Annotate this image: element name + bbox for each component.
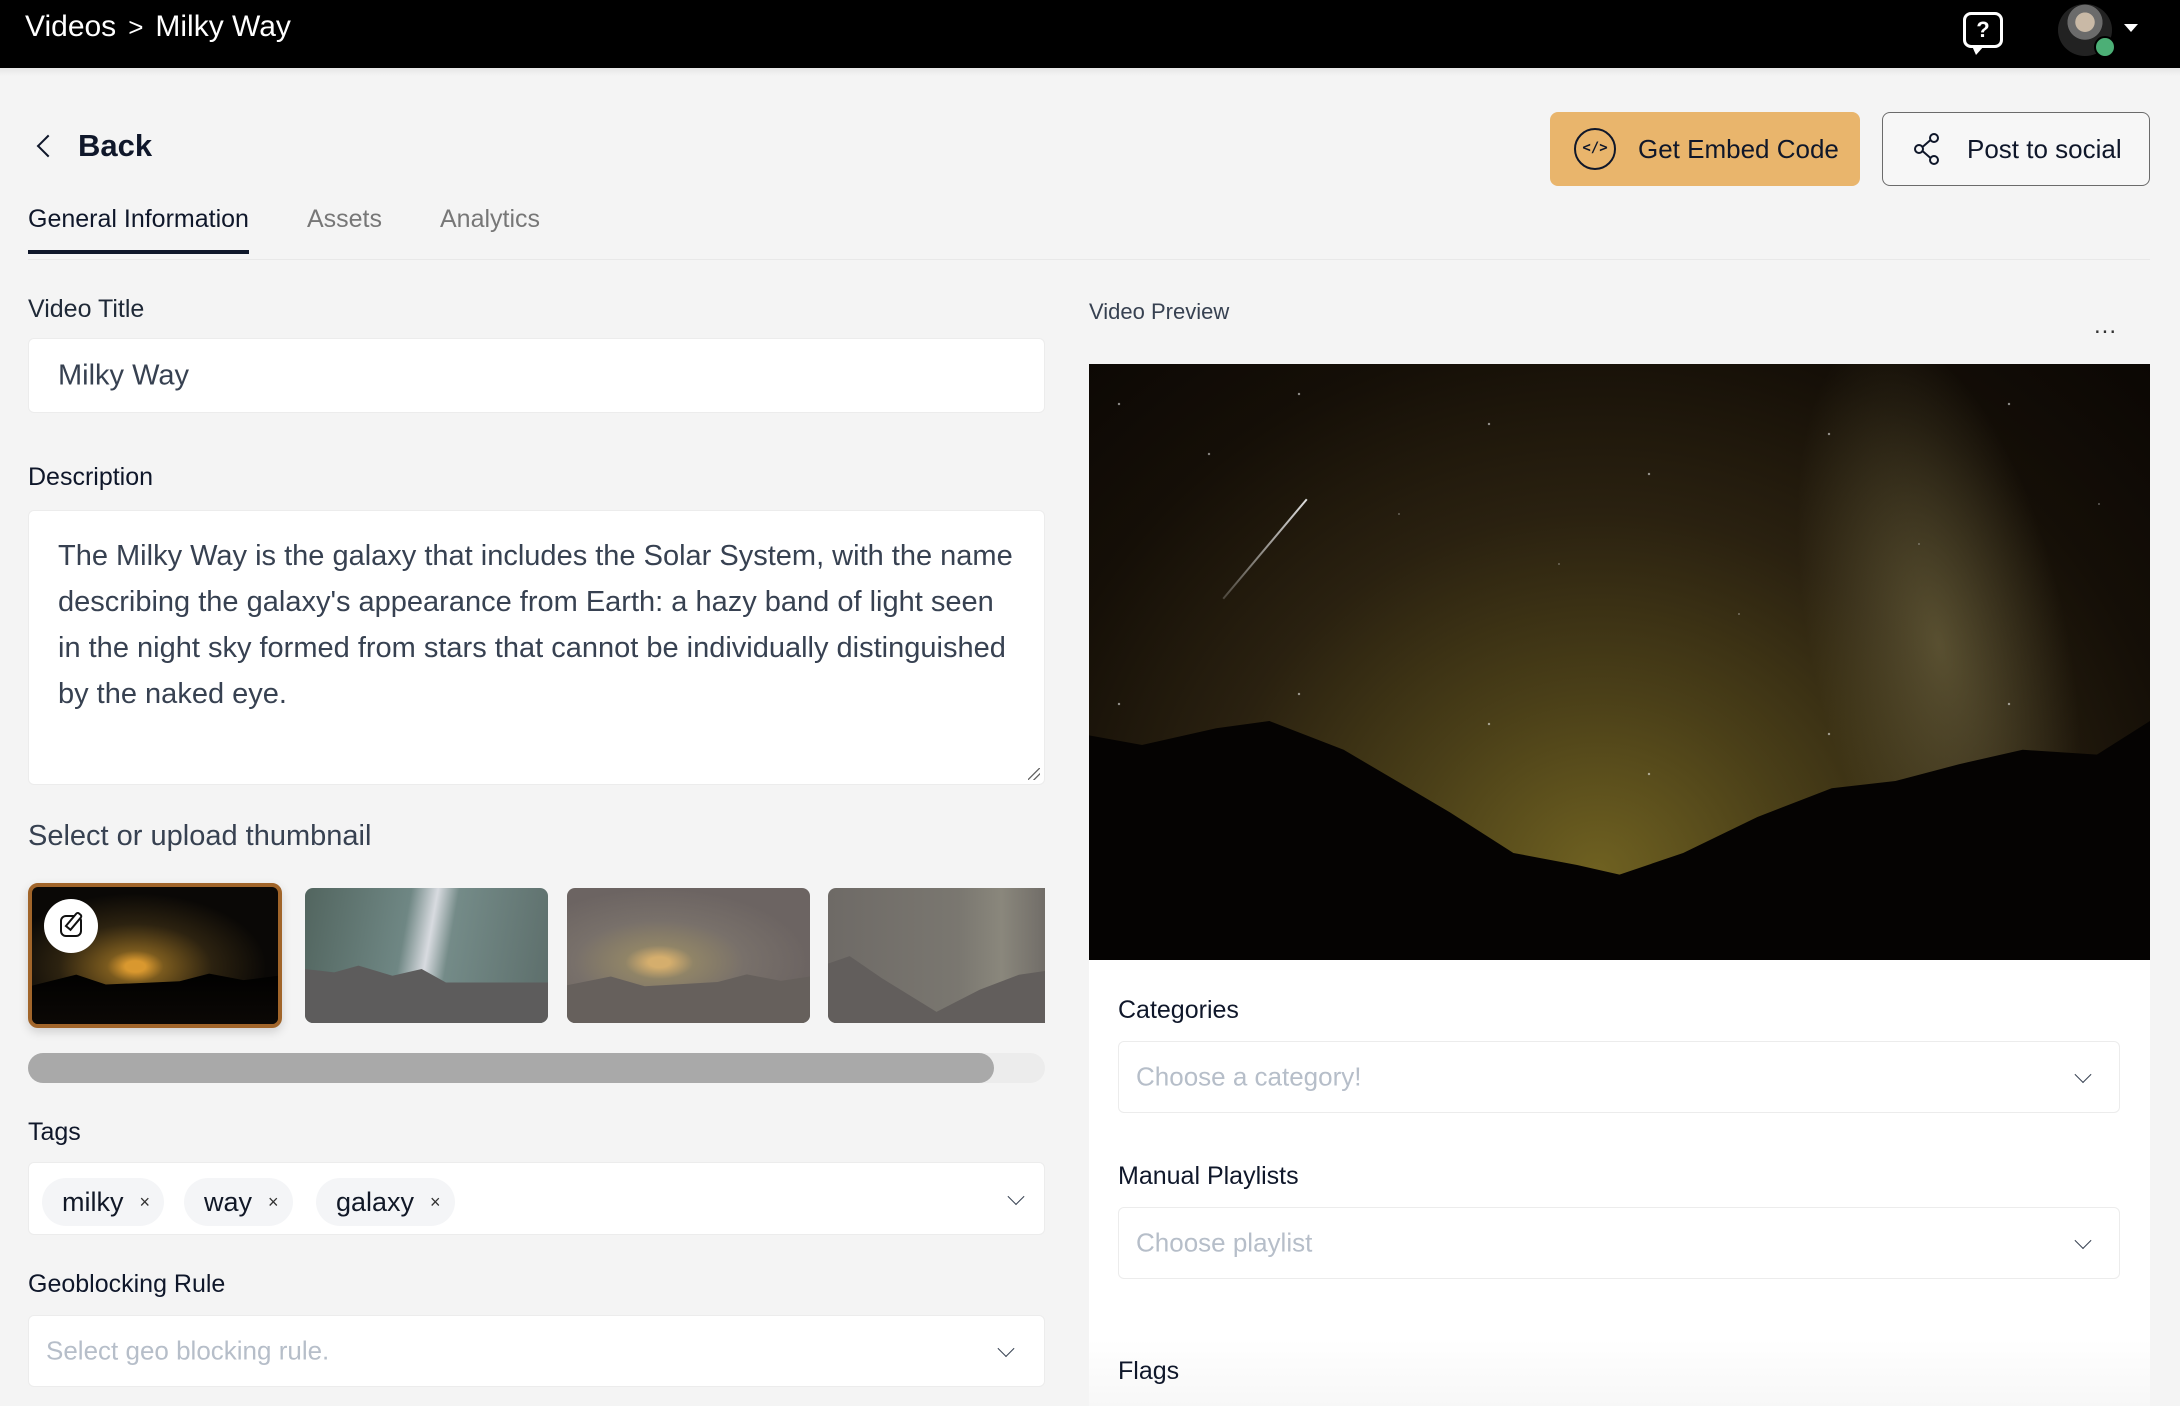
video-preview-label: Video Preview bbox=[1089, 299, 1230, 324]
resize-handle-icon[interactable] bbox=[1028, 768, 1040, 780]
remove-tag-icon[interactable]: × bbox=[140, 1192, 151, 1213]
thumbnail-scrollbar-thumb[interactable] bbox=[28, 1053, 995, 1083]
breadcrumb: Videos > Milky Way bbox=[25, 10, 291, 44]
tabs-divider bbox=[28, 259, 2150, 260]
video-title-input[interactable]: Milky Way bbox=[28, 338, 1045, 413]
post-to-social-label: Post to social bbox=[1967, 133, 2122, 164]
video-preview-player[interactable] bbox=[1089, 364, 2150, 961]
chevron-left-icon bbox=[36, 134, 60, 158]
top-bar: Videos > Milky Way ? bbox=[0, 0, 2180, 68]
online-status-icon bbox=[2094, 36, 2116, 58]
tags-chevron-down-icon[interactable] bbox=[1007, 1187, 1025, 1205]
tab-assets[interactable]: Assets bbox=[307, 205, 382, 254]
chevron-down-icon bbox=[2074, 1232, 2092, 1250]
breadcrumb-videos[interactable]: Videos bbox=[25, 10, 116, 44]
edit-icon bbox=[60, 910, 84, 937]
get-embed-code-button[interactable]: </> Get Embed Code bbox=[1550, 112, 1860, 186]
user-avatar[interactable] bbox=[2058, 4, 2116, 58]
geoblocking-select[interactable]: Select geo blocking rule. bbox=[28, 1315, 1045, 1387]
chevron-down-icon bbox=[997, 1340, 1015, 1358]
remove-tag-icon[interactable]: × bbox=[430, 1192, 441, 1213]
thumbnail-scrollbar[interactable] bbox=[28, 1053, 1045, 1083]
get-embed-code-label: Get Embed Code bbox=[1638, 133, 1839, 164]
thumbnail-option-4[interactable] bbox=[828, 888, 1045, 1023]
flags-label: Flags bbox=[1118, 1357, 1180, 1385]
description-textarea[interactable]: The Milky Way is the galaxy that include… bbox=[28, 510, 1045, 785]
playlists-placeholder: Choose playlist bbox=[1136, 1227, 1313, 1258]
categories-select[interactable]: Choose a category! bbox=[1118, 1041, 2120, 1113]
back-label: Back bbox=[78, 128, 153, 163]
more-options-icon[interactable]: ... bbox=[2094, 312, 2117, 340]
video-title-value: Milky Way bbox=[58, 359, 190, 391]
thumbnail-label: Select or upload thumbnail bbox=[28, 820, 372, 852]
geoblocking-placeholder: Select geo blocking rule. bbox=[46, 1335, 330, 1366]
thumbnail-option-3[interactable] bbox=[567, 888, 810, 1023]
tags-input[interactable] bbox=[28, 1162, 1045, 1235]
tag-label: milky bbox=[62, 1186, 124, 1217]
tag-label: galaxy bbox=[336, 1186, 415, 1217]
edit-thumbnail-button[interactable] bbox=[44, 899, 98, 953]
post-to-social-button[interactable]: Post to social bbox=[1882, 112, 2150, 186]
breadcrumb-separator-icon: > bbox=[128, 11, 144, 42]
code-icon: </> bbox=[1574, 128, 1616, 170]
header-shadow bbox=[0, 68, 2180, 76]
description-value: The Milky Way is the galaxy that include… bbox=[58, 540, 1013, 710]
geoblocking-label: Geoblocking Rule bbox=[28, 1270, 226, 1298]
tab-bar: General Information Assets Analytics bbox=[28, 205, 540, 254]
tag-label: way bbox=[204, 1186, 253, 1217]
remove-tag-icon[interactable]: × bbox=[268, 1192, 279, 1213]
share-icon bbox=[1914, 133, 1939, 165]
manual-playlists-label: Manual Playlists bbox=[1118, 1162, 1299, 1190]
help-chat-icon[interactable]: ? bbox=[1963, 12, 2003, 55]
tag-chip: milky × bbox=[42, 1178, 165, 1226]
description-label: Description bbox=[28, 463, 154, 491]
back-button[interactable]: Back bbox=[34, 128, 152, 164]
categories-label: Categories bbox=[1118, 996, 1239, 1024]
playlists-select[interactable]: Choose playlist bbox=[1118, 1207, 2120, 1279]
account-menu-caret-icon[interactable] bbox=[2124, 24, 2138, 32]
video-title-label: Video Title bbox=[28, 295, 145, 323]
tab-analytics[interactable]: Analytics bbox=[440, 205, 540, 254]
chevron-down-icon bbox=[2074, 1066, 2092, 1084]
breadcrumb-current: Milky Way bbox=[155, 10, 291, 43]
tag-chip: galaxy × bbox=[316, 1178, 455, 1226]
categories-placeholder: Choose a category! bbox=[1136, 1061, 1362, 1092]
tags-label: Tags bbox=[28, 1118, 81, 1146]
tag-chip: way × bbox=[184, 1178, 293, 1226]
thumbnail-option-1[interactable] bbox=[28, 883, 282, 1028]
tab-general-information[interactable]: General Information bbox=[28, 205, 249, 254]
thumbnail-option-2[interactable] bbox=[305, 888, 548, 1023]
